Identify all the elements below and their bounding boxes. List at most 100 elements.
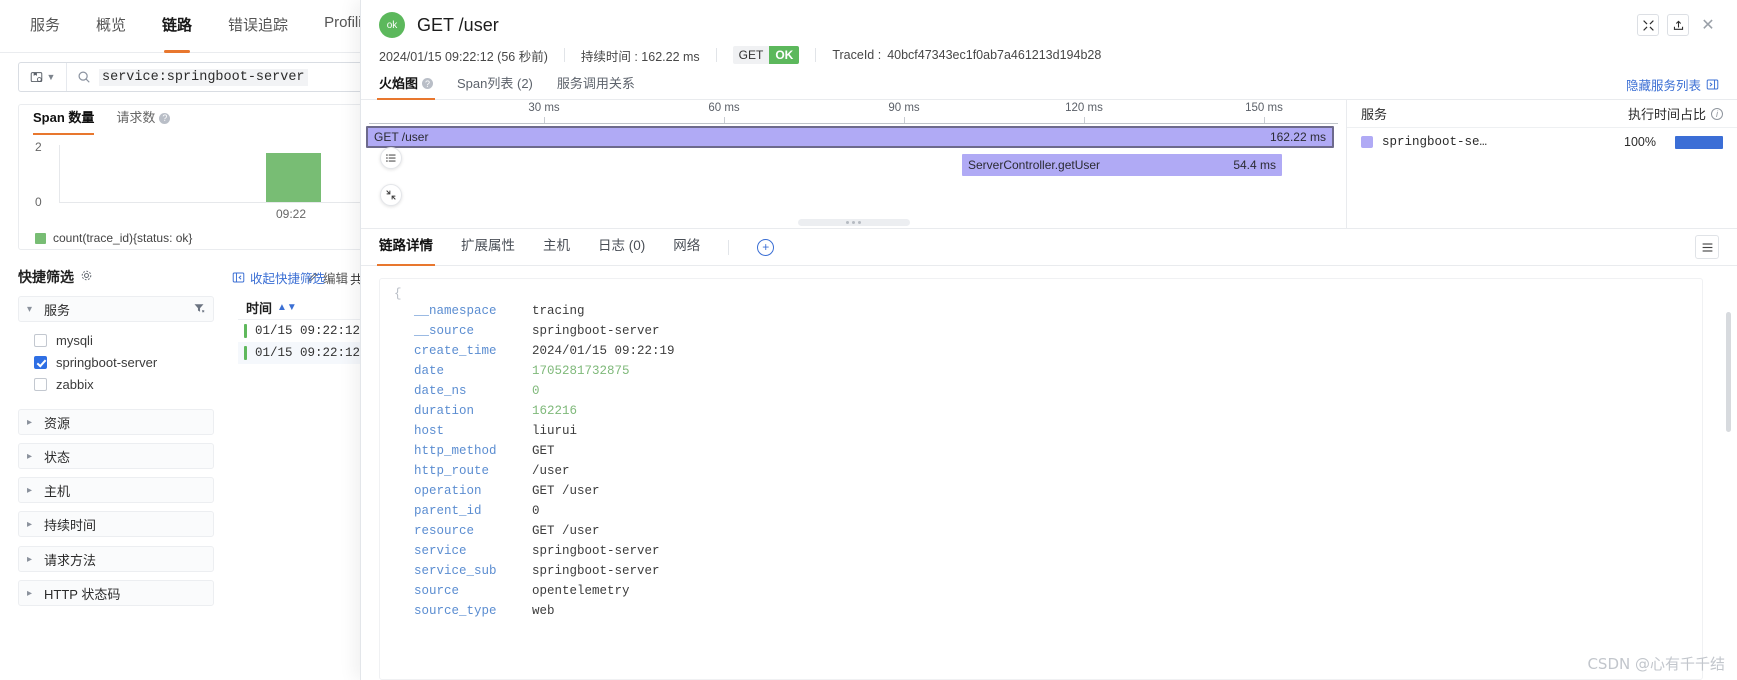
ruler-tick: 150 ms bbox=[1245, 102, 1283, 114]
shrink-icon bbox=[386, 190, 396, 200]
nav-tab-error-tracking[interactable]: 错误追踪 bbox=[210, 0, 306, 53]
json-key: service_sub bbox=[414, 564, 497, 578]
tab-network[interactable]: 网络 bbox=[673, 228, 700, 266]
chart-bar[interactable] bbox=[266, 153, 321, 202]
filter-group-http-status[interactable]: ▸ HTTP 状态码 bbox=[18, 580, 214, 606]
json-field[interactable]: parent_id 0 bbox=[390, 501, 1702, 521]
filter-group-host[interactable]: ▸ 主机 bbox=[18, 477, 214, 503]
ratio-column-header: 执行时间占比 i bbox=[1628, 104, 1723, 123]
filter-group-duration[interactable]: ▸ 持续时间 bbox=[18, 511, 214, 537]
filter-group-http-status-label: HTTP 状态码 bbox=[44, 586, 121, 602]
json-value: /user bbox=[532, 464, 570, 478]
json-field[interactable]: source opentelemetry bbox=[390, 581, 1702, 601]
service-column-label: 服务 bbox=[1361, 107, 1388, 122]
sort-icon[interactable]: ▲▼ bbox=[277, 302, 297, 313]
json-field[interactable]: __namespace tracing bbox=[390, 301, 1702, 321]
expand-icon[interactable] bbox=[1637, 14, 1659, 36]
json-field[interactable]: http_method GET bbox=[390, 441, 1702, 461]
help-icon[interactable]: ? bbox=[422, 78, 434, 89]
json-field[interactable]: host liurui bbox=[390, 421, 1702, 441]
trace-duration: 持续时间 : 162.22 ms bbox=[580, 49, 700, 64]
close-icon[interactable]: ✕ bbox=[1697, 14, 1719, 36]
tab-trace-detail[interactable]: 链路详情 bbox=[377, 228, 435, 266]
service-list-row[interactable]: springboot-se… 100% bbox=[1347, 128, 1737, 156]
span-bar-root[interactable]: GET /user 162.22 ms bbox=[366, 126, 1334, 148]
json-field[interactable]: date_ns 0 bbox=[390, 381, 1702, 401]
y-tick-bottom: 0 bbox=[35, 195, 42, 209]
filter-group-resource[interactable]: ▸ 资源 bbox=[18, 409, 214, 435]
checkbox-zabbix[interactable] bbox=[34, 378, 47, 391]
trace-id-block[interactable]: TraceId : 40bcf47343ec1f0ab7a461213d194b… bbox=[816, 48, 1117, 62]
json-field[interactable]: date 1705281732875 bbox=[390, 361, 1702, 381]
checkbox-mysqli[interactable] bbox=[34, 334, 47, 347]
tab-flamegraph[interactable]: 火焰图? bbox=[376, 70, 436, 100]
json-field[interactable]: operation GET /user bbox=[390, 481, 1702, 501]
nav-tab-services[interactable]: 服务 bbox=[12, 0, 78, 53]
chart-tab-request-count[interactable]: 请求数? bbox=[116, 105, 171, 133]
json-value: 1705281732875 bbox=[532, 364, 630, 378]
json-value: springboot-server bbox=[532, 564, 660, 578]
json-value: web bbox=[532, 604, 555, 618]
filter-clear-icon[interactable] bbox=[193, 302, 205, 317]
json-key: http_route bbox=[414, 464, 490, 478]
json-field[interactable]: __source springboot-server bbox=[390, 321, 1702, 341]
json-field[interactable]: create_time 2024/01/15 09:22:19 bbox=[390, 341, 1702, 361]
json-value: liurui bbox=[532, 424, 578, 438]
y-axis-line bbox=[59, 145, 60, 203]
collapse-quick-filter-button[interactable]: 收起快捷筛选 bbox=[232, 268, 325, 287]
detail-tab-bar: 链路详情 扩展属性 主机 日志 (0) 网络 + bbox=[361, 228, 1737, 266]
tab-host[interactable]: 主机 bbox=[543, 228, 570, 266]
saved-query-selector[interactable]: ▼ bbox=[19, 63, 67, 91]
drawer-meta-row: 2024/01/15 09:22:12 (56 秒前) 持续时间 : 162.2… bbox=[379, 40, 1719, 70]
json-field[interactable]: duration 162216 bbox=[390, 401, 1702, 421]
help-icon[interactable]: ? bbox=[159, 112, 171, 124]
json-field[interactable]: service_sub springboot-server bbox=[390, 561, 1702, 581]
filter-option-mysqli[interactable]: mysqli bbox=[34, 333, 93, 348]
horizontal-scroll-handle[interactable] bbox=[797, 219, 910, 226]
ruler-tick: 90 ms bbox=[888, 102, 920, 114]
filter-group-status[interactable]: ▸ 状态 bbox=[18, 443, 214, 469]
checkbox-springboot-server[interactable] bbox=[34, 356, 47, 369]
tab-service-map[interactable]: 服务调用关系 bbox=[557, 70, 635, 100]
json-field[interactable]: service springboot-server bbox=[390, 541, 1702, 561]
filter-group-request-method[interactable]: ▸ 请求方法 bbox=[18, 546, 214, 572]
filter-group-status-label: 状态 bbox=[44, 449, 71, 465]
json-field[interactable]: http_route /user bbox=[390, 461, 1702, 481]
tab-logs[interactable]: 日志 (0) bbox=[598, 228, 645, 266]
flamegraph-canvas: 30 ms 60 ms 90 ms 120 ms 150 ms GET /use… bbox=[361, 100, 1347, 228]
share-icon[interactable] bbox=[1667, 14, 1689, 36]
span-row-child: ServerController.getUser 54.4 ms bbox=[361, 154, 1346, 180]
json-field[interactable]: resource GET /user bbox=[390, 521, 1702, 541]
nav-tab-overview[interactable]: 概览 bbox=[78, 0, 144, 53]
json-value: GET bbox=[532, 444, 555, 458]
gear-icon[interactable] bbox=[80, 269, 93, 285]
search-icon bbox=[77, 70, 91, 84]
tab-extended-attributes[interactable]: 扩展属性 bbox=[461, 228, 515, 266]
json-key: source bbox=[414, 584, 460, 598]
filter-option-zabbix[interactable]: zabbix bbox=[34, 377, 94, 392]
span-bar-child[interactable]: ServerController.getUser 54.4 ms bbox=[962, 154, 1282, 176]
json-key: http_method bbox=[414, 444, 497, 458]
filter-group-service[interactable]: ▾ 服务 bbox=[18, 296, 214, 322]
ruler-tick: 60 ms bbox=[708, 102, 740, 114]
json-field[interactable]: source_type web bbox=[390, 601, 1702, 621]
hide-service-list-label: 隐藏服务列表 bbox=[1625, 79, 1701, 93]
info-icon[interactable]: i bbox=[1711, 107, 1723, 120]
vertical-scrollbar[interactable] bbox=[1726, 312, 1731, 432]
filter-option-springboot-server[interactable]: springboot-server bbox=[34, 355, 157, 370]
trace-id-value: 40bcf47343ec1f0ab7a461213d194b28 bbox=[887, 48, 1102, 62]
time-ruler: 30 ms 60 ms 90 ms 120 ms 150 ms bbox=[361, 100, 1346, 124]
tab-divider bbox=[728, 239, 730, 255]
span-list-toggle-button[interactable] bbox=[380, 147, 402, 169]
search-input[interactable]: service:springboot-server bbox=[99, 68, 308, 86]
hide-service-list-button[interactable]: 隐藏服务列表 bbox=[1626, 75, 1719, 94]
nav-tab-traces[interactable]: 链路 bbox=[144, 0, 210, 53]
legend-label[interactable]: count(trace_id){status: ok} bbox=[53, 231, 192, 245]
tab-span-list[interactable]: Span列表 (2) bbox=[457, 70, 533, 100]
list-view-icon[interactable] bbox=[1695, 235, 1719, 259]
collapse-right-icon bbox=[1706, 79, 1719, 90]
chart-tab-span-count[interactable]: Span 数量 bbox=[33, 105, 95, 135]
plus-circle-icon[interactable]: + bbox=[757, 238, 775, 256]
json-value: 0 bbox=[532, 504, 540, 518]
fit-view-button[interactable] bbox=[380, 184, 402, 206]
